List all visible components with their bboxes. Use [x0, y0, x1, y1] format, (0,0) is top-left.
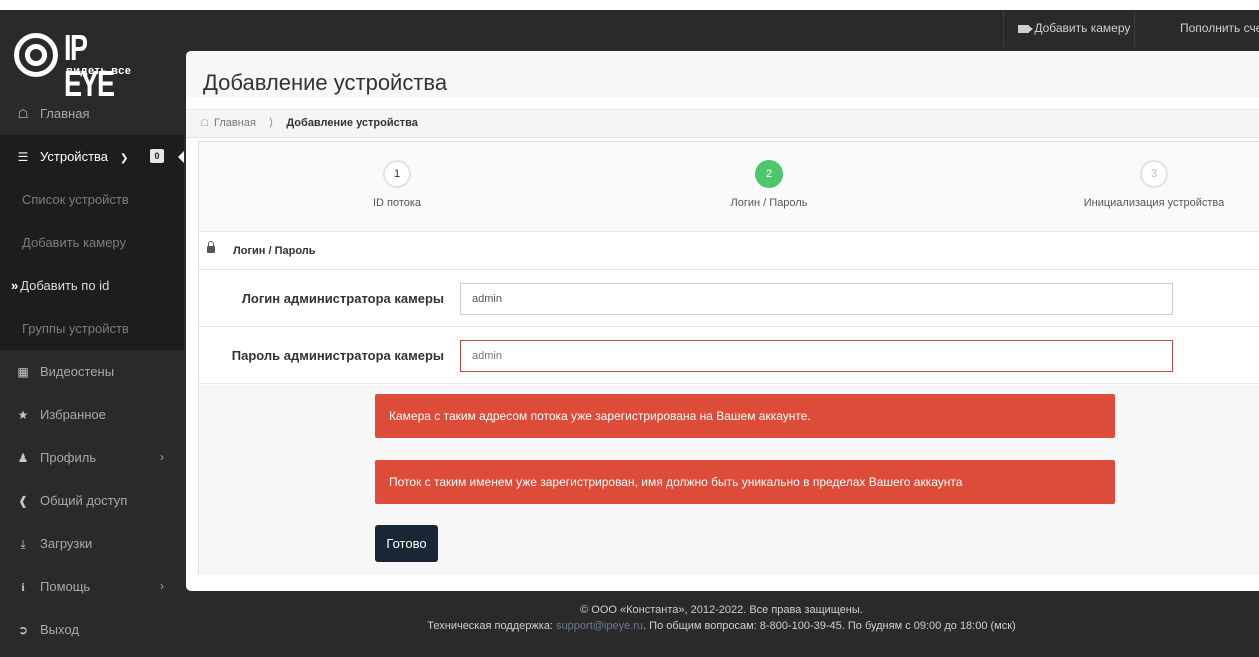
sidebar-item-help[interactable]: i Помощь ›: [0, 565, 184, 608]
home-icon: ☖: [200, 118, 209, 129]
info-icon: i: [21, 580, 25, 594]
sidebar-item-add-camera[interactable]: Добавить камеру: [0, 221, 184, 264]
logo-slogan: видеть все: [66, 65, 132, 77]
sidebar-nav: ☖ Главная ☰ Устройства ❯ 0 Список устройств…: [0, 92, 185, 651]
camera-icon: [1018, 25, 1033, 33]
list-icon: ☰: [17, 150, 29, 164]
sidebar-item-label: Группы устройств: [22, 321, 129, 336]
breadcrumb: ☖ Главная ⟩ Добавление устройства: [186, 109, 1259, 138]
step-label: Инициализация устройства: [1083, 197, 1225, 209]
form-actions-area: Камера с таким адресом потока уже зареги…: [199, 385, 1259, 575]
section-title: Логин / Пароль: [233, 245, 316, 257]
double-chevron-right-icon: »: [11, 278, 19, 293]
devices-count-badge: 0: [150, 149, 164, 163]
logout-icon: ➲: [17, 623, 29, 637]
user-icon: ♟: [17, 451, 29, 465]
sidebar-item-sharing[interactable]: ❰ Общий доступ: [0, 479, 184, 522]
breadcrumb-separator-icon: ⟩: [268, 117, 274, 129]
support-suffix: . По общим вопросам: 8-800-100-39-45. По…: [643, 620, 1016, 632]
sidebar-item-device-groups[interactable]: Группы устройств: [0, 307, 184, 350]
sidebar-item-home[interactable]: ☖ Главная: [0, 92, 184, 135]
page-title: Добавление устройства: [203, 70, 448, 95]
footer-support: Техническая поддержка: support@ipeye.ru.…: [184, 620, 1259, 632]
page-header: Добавление устройства: [186, 51, 1259, 97]
sidebar-item-label: Общий доступ: [40, 493, 128, 508]
grid-icon: ▦: [17, 365, 29, 379]
sidebar-item-label: Добавить по id: [20, 278, 110, 293]
footer: © ООО «Константа», 2012-2022. Все права …: [184, 592, 1259, 657]
step-device-init: 3 Инициализация устройства: [1029, 160, 1259, 209]
step-label: Логин / Пароль: [730, 197, 808, 209]
logo[interactable]: IP EYE видеть все: [14, 30, 164, 102]
sidebar-item-devices[interactable]: ☰ Устройства ❯ 0: [0, 135, 185, 178]
sidebar: IP EYE видеть все ☖ Главная ☰ Устройства ❯ …: [0, 10, 185, 657]
eye-logo-icon: [14, 33, 58, 77]
step-label: ID потока: [372, 197, 422, 209]
sidebar-item-label: Добавить камеру: [22, 235, 127, 250]
login-label: Логин администратора камеры: [241, 291, 444, 306]
main-content: Добавление устройства ☖ Главная ⟩ Добавл…: [186, 51, 1259, 591]
sidebar-item-label: Избранное: [40, 407, 106, 422]
password-input[interactable]: [460, 340, 1173, 372]
sidebar-item-label: Загрузки: [40, 536, 93, 551]
download-icon: ⤓: [20, 537, 26, 551]
sidebar-item-device-list[interactable]: Список устройств: [0, 178, 184, 221]
password-label: Пароль администратора камеры: [231, 348, 444, 363]
top-bar: Добавить камеру Пополнить счет: [0, 10, 1259, 47]
sidebar-item-label: Выход: [40, 622, 79, 637]
breadcrumb-current: Добавление устройства: [286, 117, 418, 129]
chevron-right-icon: ›: [160, 450, 164, 464]
sidebar-item-video-walls[interactable]: ▦ Видеостены: [0, 350, 184, 393]
top-up-button[interactable]: Пополнить счет: [1136, 10, 1259, 47]
done-button[interactable]: Готово: [375, 525, 438, 562]
sidebar-item-label: Профиль: [40, 450, 97, 465]
share-icon: ❰: [17, 494, 29, 508]
sidebar-item-profile[interactable]: ♟ Профиль ›: [0, 436, 184, 479]
step-stream-id[interactable]: 1 ID потока: [367, 160, 427, 209]
sidebar-item-downloads[interactable]: ⤓ Загрузки: [0, 522, 184, 565]
sidebar-item-label: Видеостены: [40, 364, 115, 379]
step-number: 2: [755, 160, 783, 188]
home-icon: ☖: [17, 107, 29, 121]
add-camera-top-label: Добавить камеру: [1034, 21, 1131, 35]
sidebar-item-label: Главная: [40, 106, 90, 121]
sidebar-item-add-by-id[interactable]: » Добавить по id: [0, 264, 184, 307]
step-number: 3: [1140, 160, 1168, 188]
lock-icon: [207, 241, 215, 253]
login-input[interactable]: [460, 283, 1173, 315]
chevron-right-icon: ›: [160, 579, 164, 593]
sidebar-item-logout[interactable]: ➲ Выход: [0, 608, 184, 651]
error-alert-stream-address: Камера с таким адресом потока уже зареги…: [375, 394, 1115, 438]
step-number: 1: [383, 160, 411, 188]
login-row: Логин администратора камеры: [199, 271, 1259, 327]
star-icon: ★: [17, 408, 29, 422]
sidebar-item-label: Устройства: [40, 149, 109, 164]
step-login-password[interactable]: 2 Логин / Пароль: [669, 160, 869, 209]
support-email-link[interactable]: support@ipeye.ru: [556, 620, 643, 632]
sidebar-item-label: Список устройств: [22, 192, 129, 207]
password-row: Пароль администратора камеры: [199, 328, 1259, 384]
sidebar-item-favorites[interactable]: ★ Избранное: [0, 393, 184, 436]
add-camera-top-button[interactable]: Добавить камеру: [1003, 10, 1135, 47]
wizard-steps: 1 ID потока 2 Логин / Пароль 3 Инициализ…: [199, 142, 1259, 232]
wizard-card: 1 ID потока 2 Логин / Пароль 3 Инициализ…: [198, 141, 1259, 575]
breadcrumb-home-link[interactable]: Главная: [214, 117, 256, 129]
error-alert-stream-name: Поток с таким именем уже зарегистрирован…: [375, 460, 1115, 504]
section-header: Логин / Пароль: [199, 232, 1259, 270]
support-prefix: Техническая поддержка:: [427, 620, 553, 632]
chevron-down-icon: ❯: [120, 153, 129, 164]
top-up-label: Пополнить счет: [1180, 21, 1259, 35]
footer-copyright: © ООО «Константа», 2012-2022. Все права …: [580, 604, 863, 616]
sidebar-item-label: Помощь: [40, 579, 91, 594]
